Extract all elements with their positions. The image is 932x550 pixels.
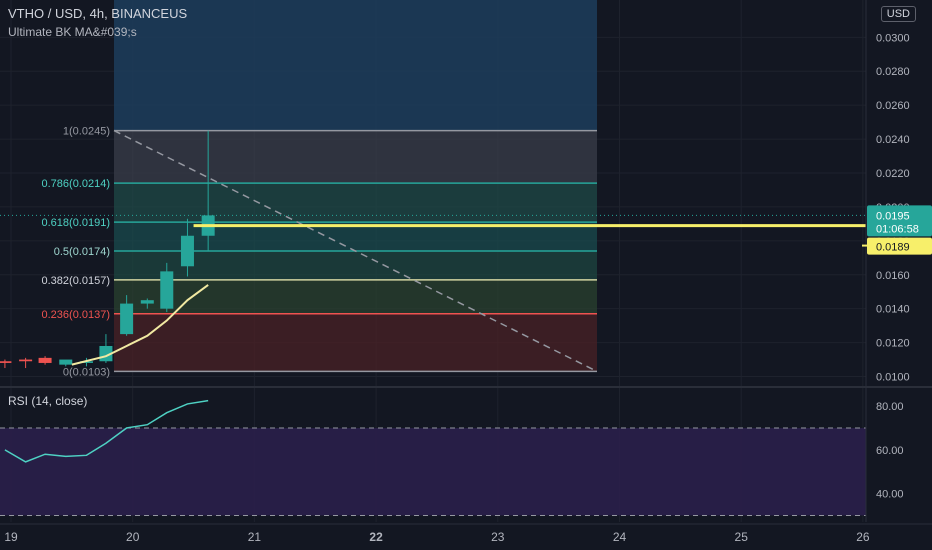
fib-zone	[114, 279, 597, 314]
price-tick-label: 0.0220	[876, 168, 910, 180]
candle-body	[140, 300, 154, 304]
candle-body	[160, 271, 174, 309]
price-tick-label: 0.0300	[876, 32, 910, 44]
fib-zone	[114, 130, 597, 184]
time-tick-label: 22	[369, 530, 383, 544]
time-tick-label: 25	[735, 530, 749, 544]
price-tick-label: 0.0160	[876, 270, 910, 282]
symbol-title[interactable]: VTHO / USD, 4h, BINANCEUS	[8, 6, 187, 21]
fib-zone	[114, 183, 597, 223]
line-price-value: 0.0189	[876, 242, 910, 254]
rsi-tick-label: 40.00	[876, 489, 904, 501]
candle-body	[0, 361, 12, 363]
time-tick-label: 20	[126, 530, 140, 544]
time-tick-label: 23	[491, 530, 505, 544]
last-price-value: 0.0195	[876, 210, 910, 222]
chart-canvas[interactable]: 1(0.0245) 0.786(0.0214) 0.618(0.0191) 0.5(0…	[0, 0, 932, 550]
fib-level-label: 0.382(0.0157)	[42, 275, 111, 287]
price-tick-label: 0.0260	[876, 100, 910, 112]
price-tick-label: 0.0100	[876, 372, 910, 384]
price-tick-label: 0.0140	[876, 304, 910, 316]
indicator-title[interactable]: Ultimate BK MA&#039;s	[8, 25, 137, 39]
rsi-tick-label: 80.00	[876, 401, 904, 413]
candle-body	[38, 357, 52, 363]
rsi-tick-label: 60.00	[876, 445, 904, 457]
fib-level-label: 0(0.0103)	[63, 366, 110, 378]
rsi-title: RSI (14, close)	[8, 394, 87, 408]
fib-zone	[114, 313, 597, 372]
bar-countdown: 01:06:58	[876, 223, 919, 235]
fib-level-label: 0.236(0.0137)	[42, 309, 111, 321]
rsi-band-fill	[0, 427, 866, 516]
candle-body	[19, 359, 33, 362]
price-tick-label: 0.0240	[876, 134, 910, 146]
time-tick-label: 19	[4, 530, 18, 544]
candle-body	[180, 235, 194, 267]
time-tick-label: 24	[613, 530, 627, 544]
price-tick-label: 0.0280	[876, 66, 910, 78]
fib-level-label: 0.5(0.0174)	[54, 246, 110, 258]
price-tick-label: 0.0120	[876, 338, 910, 350]
time-tick-label: 21	[248, 530, 262, 544]
candle-body	[120, 303, 134, 335]
fib-level-label: 0.786(0.0214)	[42, 178, 111, 190]
rsi-pane: RSI (14, close)	[0, 394, 866, 516]
currency-button[interactable]: USD	[880, 6, 916, 22]
candle-body	[59, 359, 73, 365]
time-tick-label: 26	[856, 530, 870, 544]
fib-level-label: 1(0.0245)	[63, 126, 110, 138]
fib-level-label: 0.618(0.0191)	[42, 217, 111, 229]
